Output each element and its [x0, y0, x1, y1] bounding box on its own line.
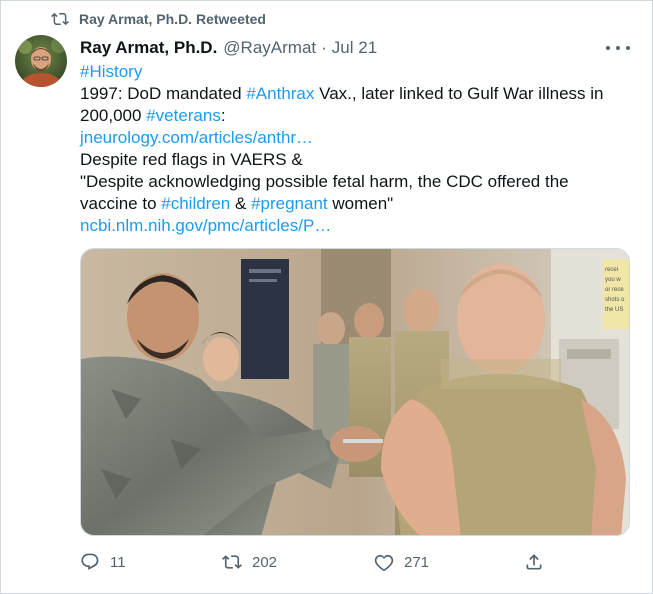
- tweet-text-line: vaccine to #children & #pregnant women": [80, 193, 628, 215]
- share-button[interactable]: [524, 552, 544, 572]
- tweet-text: #History 1997: DoD mandated #Anthrax Vax.…: [80, 61, 628, 237]
- hashtag-link[interactable]: #Anthrax: [246, 84, 314, 103]
- hashtag-link[interactable]: #children: [161, 194, 230, 213]
- tweet-text-line: 200,000 #veterans:: [80, 105, 628, 127]
- svg-text:recei: recei: [605, 267, 618, 273]
- svg-text:shots o: shots o: [605, 297, 625, 303]
- tweet-text-segment: :: [220, 106, 226, 125]
- tweet-text-line: "Despite acknowledging possible fetal ha…: [80, 171, 628, 193]
- retweet-banner-label[interactable]: Ray Armat, Ph.D. Retweeted: [79, 11, 266, 27]
- avatar-photo: [15, 35, 67, 87]
- tweet-text-segment: Vax., later linked to Gulf War illness i…: [314, 84, 604, 103]
- hashtag-link[interactable]: #pregnant: [251, 194, 328, 213]
- share-icon: [526, 554, 542, 570]
- tweet-actions: 11 202 271: [80, 550, 560, 574]
- url-link[interactable]: jneurology.com/articles/anthr…: [80, 128, 313, 147]
- reply-count: 11: [110, 553, 126, 571]
- tweet-text-line: 1997: DoD mandated #Anthrax Vax., later …: [80, 83, 628, 105]
- svg-text:you w: you w: [605, 277, 621, 283]
- tweet-text-line: Despite red flags in VAERS &: [80, 149, 628, 171]
- tweet-text-segment: "Despite acknowledging possible fetal ha…: [80, 172, 569, 191]
- heart-icon: [374, 554, 394, 572]
- author-avatar[interactable]: [15, 35, 67, 87]
- tweet-media-photo[interactable]: recei you w or rece shots o the US: [80, 248, 630, 536]
- svg-text:the US: the US: [605, 307, 623, 313]
- tweet-text-segment: Despite red flags in VAERS &: [80, 150, 303, 169]
- retweet-count: 202: [252, 553, 278, 571]
- tweet-text-segment: vaccine to: [80, 194, 162, 213]
- like-button[interactable]: 271: [374, 552, 429, 572]
- reply-icon: [81, 553, 99, 570]
- author-handle[interactable]: @RayArmat: [223, 38, 316, 58]
- retweet-action-icon: [222, 555, 242, 569]
- tweet-text-line: jneurology.com/articles/anthr…: [80, 127, 628, 149]
- hashtag-link[interactable]: #veterans: [146, 106, 221, 125]
- tweet-card[interactable]: Ray Armat, Ph.D. Retweeted Ray Armat, Ph…: [0, 0, 653, 594]
- tweet-text-segment: 200,000: [80, 106, 147, 125]
- svg-text:or rece: or rece: [605, 287, 624, 293]
- reply-button[interactable]: 11: [80, 552, 126, 572]
- author-name[interactable]: Ray Armat, Ph.D.: [80, 38, 217, 58]
- retweet-banner: Ray Armat, Ph.D. Retweeted: [51, 9, 266, 29]
- vaccination-photo: recei you w or rece shots o the US: [81, 249, 629, 535]
- tweet-text-segment: &: [230, 194, 252, 213]
- tweet-text-segment: women": [327, 194, 394, 213]
- like-count: 271: [404, 553, 430, 571]
- more-options-icon[interactable]: [606, 39, 630, 57]
- header-separator: ·: [321, 38, 327, 57]
- tweet-text-line: #History: [80, 61, 628, 83]
- tweet-header: Ray Armat, Ph.D. @RayArmat · Jul 21: [80, 37, 592, 59]
- url-link[interactable]: ncbi.nlm.nih.gov/pmc/articles/P…: [80, 216, 331, 235]
- tweet-text-line: ncbi.nlm.nih.gov/pmc/articles/P…: [80, 215, 628, 237]
- retweet-button[interactable]: 202: [222, 552, 277, 572]
- tweet-date[interactable]: Jul 21: [332, 38, 377, 58]
- retweet-icon: [51, 12, 69, 26]
- tweet-text-segment: 1997: DoD mandated: [80, 84, 247, 103]
- hashtag-link[interactable]: #History: [80, 62, 142, 81]
